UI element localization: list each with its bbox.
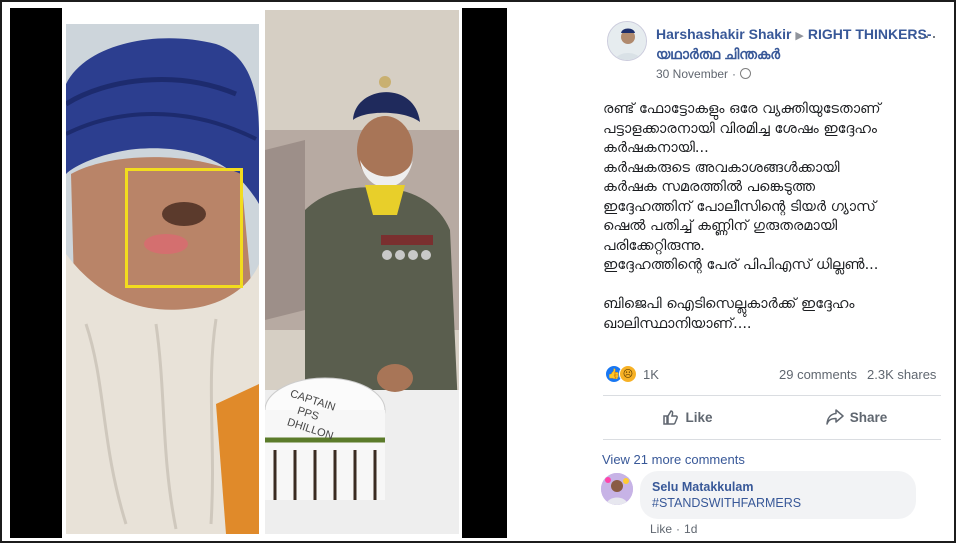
- share-label: Share: [849, 409, 888, 425]
- comment-bubble: Selu Matakkulam #STANDSWITHFARMERS: [640, 471, 916, 519]
- comment-author[interactable]: Selu Matakkulam: [652, 479, 904, 495]
- separator-dot: ·: [676, 522, 681, 536]
- divider: [603, 395, 941, 396]
- triangle-right-icon: ▶: [795, 30, 804, 42]
- comment-count-link[interactable]: 29 comments: [779, 367, 857, 382]
- post-image[interactable]: CAPTAIN PPS DHILLON: [10, 8, 507, 538]
- comment-like-link[interactable]: Like: [650, 522, 672, 536]
- thumbs-up-outline-icon: [663, 409, 679, 425]
- window-frame: CAPTAIN PPS DHILLON Harshashakir Shakir ▶…: [0, 0, 956, 543]
- share-button[interactable]: Share: [772, 402, 941, 432]
- divider: [603, 439, 941, 440]
- highlight-box: [125, 168, 243, 288]
- share-count-link[interactable]: 2.3K shares: [867, 367, 936, 382]
- photo-soldier-cake: CAPTAIN PPS DHILLON: [265, 10, 459, 534]
- avatar[interactable]: [607, 21, 647, 61]
- post-header: Harshashakir Shakir ▶ RIGHT THINKERS- യഥാർ…: [656, 25, 936, 63]
- globe-icon: [740, 68, 752, 79]
- post-body: രണ്ട് ഫോട്ടോകളും ഒരേ വ്യക്തിയുടേതാണ് പട്…: [603, 101, 881, 332]
- reaction-count: 1K: [643, 366, 659, 382]
- author-name[interactable]: Harshashakir Shakir: [656, 26, 791, 42]
- like-label: Like: [685, 409, 713, 425]
- photo-farmer-injured: [66, 24, 259, 534]
- post-stats: 29 comments 2.3K shares: [779, 367, 936, 382]
- timestamp-text[interactable]: 30 November: [656, 67, 728, 81]
- photo-collage: CAPTAIN PPS DHILLON: [62, 8, 462, 538]
- view-more-comments-link[interactable]: View 21 more comments: [602, 452, 745, 467]
- separator-dot: ·: [732, 67, 737, 81]
- more-options-icon[interactable]: ···: [917, 26, 938, 47]
- post-panel: Harshashakir Shakir ▶ RIGHT THINKERS- യഥാർ…: [507, 8, 950, 538]
- action-bar: Like Share: [603, 402, 941, 432]
- sad-face-icon: ☹: [619, 365, 637, 383]
- comment-time[interactable]: 1d: [684, 522, 697, 536]
- comment-meta: Like · 1d: [650, 522, 697, 536]
- post-timestamp: 30 November ·: [656, 67, 752, 81]
- share-arrow-icon: [825, 409, 844, 425]
- comment-avatar[interactable]: [601, 473, 633, 505]
- reactions-summary[interactable]: 👍 ☹ 1K: [605, 365, 659, 383]
- like-button[interactable]: Like: [603, 402, 772, 432]
- comment-hashtag[interactable]: #STANDSWITHFARMERS: [652, 495, 904, 511]
